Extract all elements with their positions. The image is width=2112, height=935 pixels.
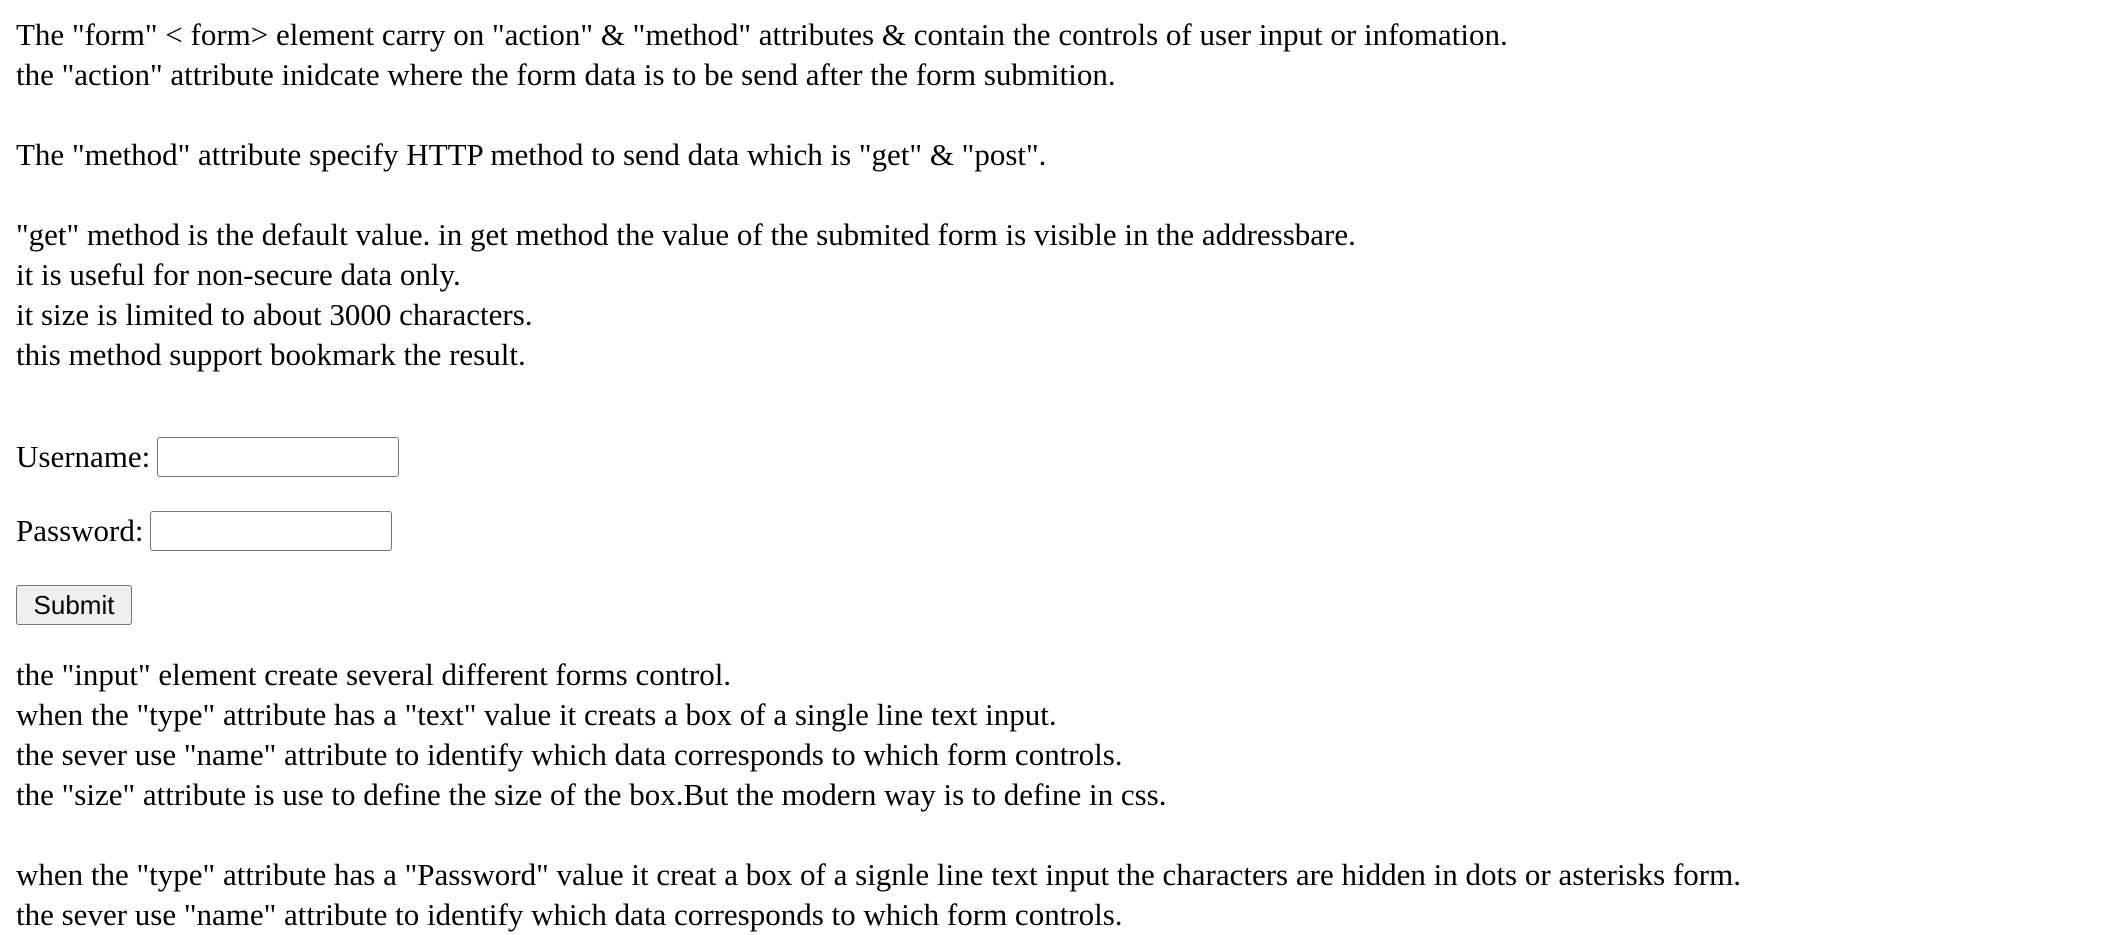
input-line-3: the sever use "name" attribute to identi… (16, 737, 1123, 772)
username-label: Username: (16, 439, 151, 474)
method-line-1: The "method" attribute specify HTTP meth… (16, 137, 1047, 172)
get-method-paragraph: "get" method is the default value. in ge… (16, 215, 2096, 375)
page-content: The "form" < form> element carry on "act… (16, 15, 2096, 935)
password-line-2: the sever use "name" attribute to identi… (16, 897, 1123, 932)
username-row: Username: (16, 435, 2096, 479)
input-line-1: the "input" element create several diffe… (16, 657, 732, 692)
get-line-4: this method support bookmark the result. (16, 337, 526, 372)
password-row: Password: (16, 509, 2096, 553)
submit-button[interactable]: Submit (16, 585, 132, 625)
password-input[interactable] (150, 511, 393, 551)
get-line-1: "get" method is the default value. in ge… (16, 217, 1356, 252)
password-line-1: when the "type" attribute has a "Passwor… (16, 857, 1741, 892)
input-line-4: the "size" attribute is use to define th… (16, 777, 1167, 812)
username-input[interactable] (157, 437, 400, 477)
submit-row: Submit (16, 583, 2096, 627)
input-line-2: when the "type" attribute has a "text" v… (16, 697, 1057, 732)
password-type-paragraph: when the "type" attribute has a "Passwor… (16, 855, 2096, 935)
intro-paragraph: The "form" < form> element carry on "act… (16, 15, 2096, 95)
get-line-2: it is useful for non-secure data only. (16, 257, 461, 292)
input-element-paragraph: the "input" element create several diffe… (16, 655, 2096, 815)
password-label: Password: (16, 513, 144, 548)
intro-line-1: The "form" < form> element carry on "act… (16, 17, 1508, 52)
intro-line-2: the "action" attribute inidcate where th… (16, 57, 1116, 92)
login-form: Username: Password: Submit (16, 435, 2096, 627)
method-paragraph: The "method" attribute specify HTTP meth… (16, 135, 2096, 175)
get-line-3: it size is limited to about 3000 charact… (16, 297, 533, 332)
